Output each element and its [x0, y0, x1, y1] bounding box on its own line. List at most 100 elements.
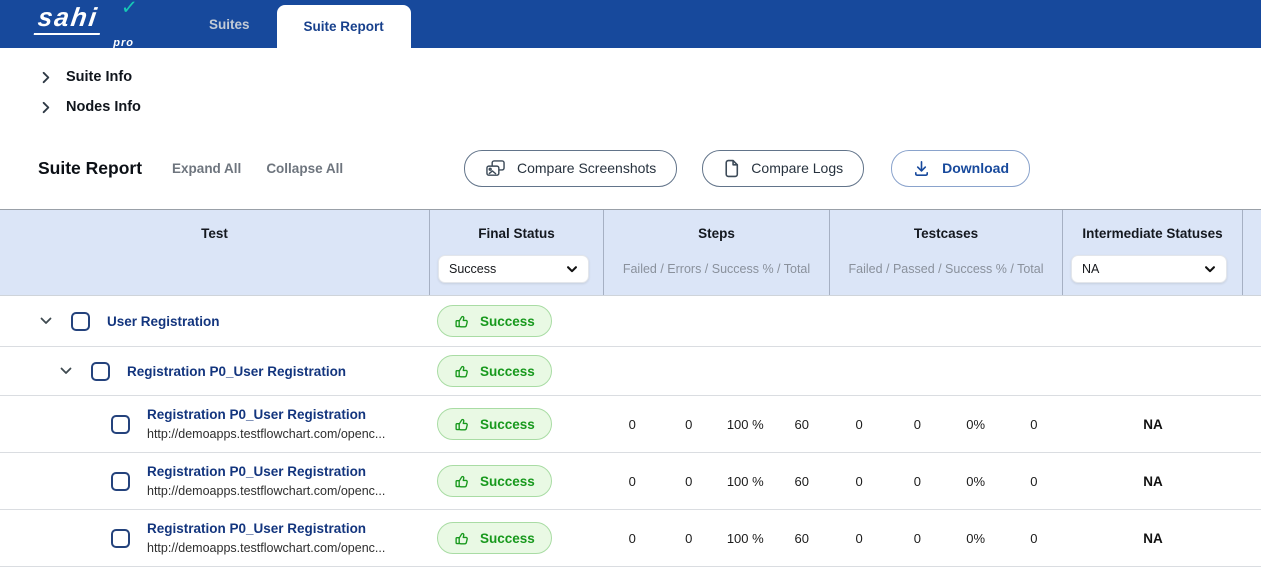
- column-test: Test: [0, 210, 430, 295]
- test-link[interactable]: Registration P0_User Registration: [147, 407, 385, 422]
- suite-info-expander[interactable]: Suite Info: [38, 62, 1261, 92]
- status-badge-label: Success: [480, 313, 535, 329]
- testcases-failed: 0: [855, 416, 863, 432]
- column-final-status: Final Status Success: [430, 210, 604, 295]
- thumbs-up-icon: [454, 416, 471, 433]
- final-status-filter-select[interactable]: Success: [438, 255, 589, 283]
- intermediate-status-value: NA: [1143, 530, 1163, 546]
- status-badge: Success: [437, 305, 552, 337]
- intermediate-filter-value: NA: [1082, 262, 1100, 276]
- screenshots-icon: [485, 159, 506, 178]
- testcases-column-label: Testcases: [913, 226, 979, 241]
- thumbs-up-icon: [454, 363, 471, 380]
- steps-success-pct: 100 %: [726, 416, 764, 432]
- status-badge: Success: [437, 465, 552, 497]
- download-label: Download: [942, 160, 1010, 176]
- steps-errors: 0: [685, 530, 693, 546]
- steps-total: 60: [794, 473, 809, 489]
- testcases-passed: 0: [913, 473, 921, 489]
- suite-report-page: sahi ✓ pro Suites Suite Report Suite Inf…: [0, 0, 1261, 579]
- chevron-down-icon: [1203, 262, 1217, 276]
- thumbs-up-icon: [454, 473, 471, 490]
- compare-logs-label: Compare Logs: [751, 160, 844, 176]
- test-column-label: Test: [201, 226, 228, 241]
- compare-logs-button[interactable]: Compare Logs: [702, 149, 865, 187]
- sahi-pro-logo: sahi ✓ pro: [33, 0, 140, 49]
- suite-info-label: Suite Info: [66, 69, 133, 85]
- steps-total: 60: [794, 416, 809, 432]
- intermediate-status-value: NA: [1143, 416, 1163, 432]
- suite-link[interactable]: User Registration: [107, 314, 220, 329]
- testcases-failed: 0: [855, 530, 863, 546]
- steps-errors: 0: [685, 416, 693, 432]
- column-testcases: Testcases Failed / Passed / Success % / …: [830, 210, 1063, 295]
- download-icon: [912, 159, 931, 178]
- nodes-info-expander[interactable]: Nodes Info: [38, 92, 1261, 122]
- compare-screenshots-label: Compare Screenshots: [517, 160, 657, 176]
- tab-suite-report[interactable]: Suite Report: [276, 5, 411, 48]
- status-badge: Success: [437, 408, 552, 440]
- steps-success-pct: 100 %: [726, 530, 764, 546]
- column-spacer: [1243, 210, 1261, 295]
- file-icon: [723, 159, 740, 178]
- steps-failed: 0: [628, 530, 636, 546]
- test-url: http://demoapps.testflowchart.com/openc.…: [147, 541, 386, 555]
- status-badge-label: Success: [480, 416, 535, 432]
- download-button[interactable]: Download: [891, 149, 1031, 187]
- row-checkbox[interactable]: [111, 471, 130, 491]
- steps-failed: 0: [628, 473, 636, 489]
- steps-failed: 0: [628, 416, 636, 432]
- testcases-success-pct: 0%: [966, 530, 986, 546]
- expand-all-link[interactable]: Expand All: [172, 161, 241, 176]
- test-link[interactable]: Registration P0_User Registration: [147, 464, 385, 479]
- steps-column-label: Steps: [698, 226, 735, 241]
- intermediate-status-value: NA: [1143, 473, 1163, 489]
- status-badge-label: Success: [480, 530, 535, 546]
- table-row: Registration P0_User Registration http:/…: [0, 510, 1261, 567]
- nodes-info-label: Nodes Info: [66, 99, 141, 115]
- chevron-down-icon: [565, 262, 579, 276]
- row-collapse-chevron-down-icon[interactable]: [38, 313, 54, 329]
- row-checkbox[interactable]: [91, 361, 110, 381]
- report-toolbar: Suite Report Expand All Collapse All Com…: [0, 140, 1261, 196]
- testcases-total: 0: [1030, 416, 1038, 432]
- chevron-right-icon: [38, 100, 53, 115]
- intermediate-filter-select[interactable]: NA: [1071, 255, 1227, 283]
- testcases-failed: 0: [855, 473, 863, 489]
- test-url: http://demoapps.testflowchart.com/openc.…: [147, 484, 386, 498]
- testcases-total: 0: [1030, 473, 1038, 489]
- page-title: Suite Report: [38, 157, 143, 178]
- tab-suites[interactable]: Suites: [182, 0, 277, 48]
- test-url: http://demoapps.testflowchart.com/openc.…: [147, 427, 386, 441]
- status-badge-label: Success: [480, 363, 535, 379]
- table-row: Registration P0_User Registration http:/…: [0, 396, 1261, 453]
- table-row: User Registration Success: [0, 296, 1261, 347]
- compare-screenshots-button[interactable]: Compare Screenshots: [464, 149, 678, 187]
- row-checkbox[interactable]: [111, 528, 130, 548]
- thumbs-up-icon: [454, 313, 471, 330]
- row-collapse-chevron-down-icon[interactable]: [58, 363, 74, 379]
- top-navbar: sahi ✓ pro Suites Suite Report: [0, 0, 1261, 49]
- steps-column-sublabel: Failed / Errors / Success % / Total: [622, 262, 811, 276]
- status-badge: Success: [437, 522, 552, 554]
- testcases-passed: 0: [913, 530, 921, 546]
- logo-checkmark-icon: ✓: [120, 0, 139, 20]
- toolbar-buttons: Compare Screenshots Compare Logs Downloa…: [464, 149, 1031, 187]
- status-badge-label: Success: [480, 473, 535, 489]
- testcases-success-pct: 0%: [966, 416, 986, 432]
- collapse-all-link[interactable]: Collapse All: [266, 161, 343, 176]
- intermediate-column-label: Intermediate Statuses: [1082, 226, 1223, 241]
- row-checkbox[interactable]: [111, 414, 130, 434]
- testcases-passed: 0: [913, 416, 921, 432]
- test-link[interactable]: Registration P0_User Registration: [147, 521, 385, 536]
- table-row: Registration P0_User Registration Succes…: [0, 347, 1261, 396]
- column-intermediate-statuses: Intermediate Statuses NA: [1063, 210, 1243, 295]
- final-status-column-label: Final Status: [478, 226, 555, 241]
- suite-report-table: Test Final Status Success Steps Failed /…: [0, 209, 1261, 567]
- status-badge: Success: [437, 355, 552, 387]
- scenario-link[interactable]: Registration P0_User Registration: [127, 364, 346, 379]
- logo-sub-text: pro: [113, 37, 134, 49]
- row-checkbox[interactable]: [71, 311, 90, 331]
- final-status-filter-value: Success: [449, 262, 497, 276]
- testcases-total: 0: [1030, 530, 1038, 546]
